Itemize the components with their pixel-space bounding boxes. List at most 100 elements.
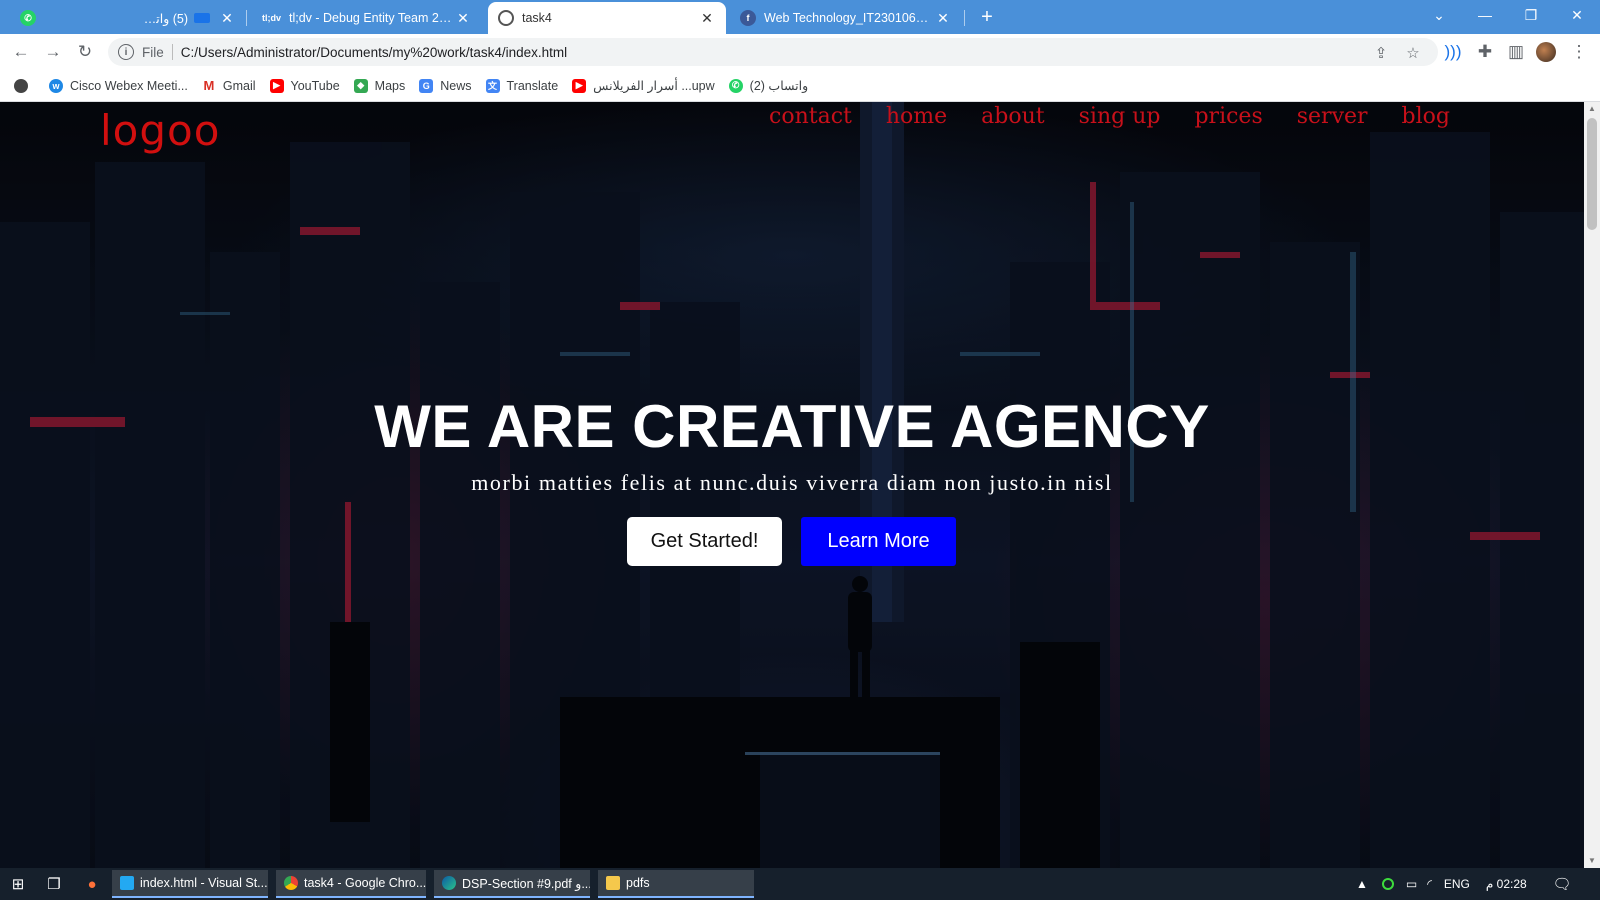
bookmark-freelance[interactable]: ▶ أسرار الفريلانس ...upw bbox=[572, 78, 715, 93]
page-viewport: logoo contact home about sing up prices … bbox=[0, 102, 1584, 868]
browser-toolbar: ← → ↻ i File C:/Users/Administrator/Docu… bbox=[0, 34, 1600, 70]
url-text[interactable]: C:/Users/Administrator/Documents/my%20wo… bbox=[181, 45, 567, 60]
taskbar-app-folder[interactable]: pdfs bbox=[598, 870, 754, 898]
bookmark-label: News bbox=[440, 78, 472, 93]
taskbar-app-label: task4 - Google Chro... bbox=[304, 876, 426, 890]
nav-server[interactable]: server bbox=[1297, 102, 1368, 132]
bookmark-maps[interactable]: ◆ Maps bbox=[353, 78, 406, 93]
chrome-icon bbox=[284, 876, 298, 890]
apps-shortcut[interactable] bbox=[14, 78, 35, 93]
hero-title: WE ARE CREATIVE AGENCY bbox=[374, 393, 1210, 460]
facebook-icon: f bbox=[740, 10, 756, 26]
bookmark-label: Cisco Webex Meeti... bbox=[70, 78, 188, 93]
apps-icon bbox=[14, 78, 28, 93]
nav-contact[interactable]: contact bbox=[769, 102, 852, 132]
menu-kebab-icon[interactable]: ⋮ bbox=[1566, 39, 1592, 65]
nav-sign-up[interactable]: sing up bbox=[1079, 102, 1161, 132]
bookmark-gmail[interactable]: M Gmail bbox=[201, 78, 256, 93]
vertical-scrollbar[interactable]: ▲ ▼ bbox=[1584, 102, 1600, 868]
side-panel-icon[interactable]: ▥ bbox=[1503, 39, 1529, 65]
tab-search-chevron-icon[interactable]: ⌄ bbox=[1416, 0, 1462, 30]
scroll-up-arrow-icon[interactable]: ▲ bbox=[1588, 105, 1596, 113]
globe-icon bbox=[498, 10, 514, 26]
tab-title: tl;dv - Debug Entity Team 2 ( Prac bbox=[289, 11, 454, 25]
read-aloud-icon[interactable]: ))) bbox=[1440, 39, 1466, 65]
status-ring-icon[interactable] bbox=[1381, 878, 1394, 890]
tab-search-button[interactable]: ✆ bbox=[10, 2, 50, 34]
windows-taskbar: ⊞ ❐ ● index.html - Visual St... task4 - … bbox=[0, 868, 1600, 900]
scroll-down-arrow-icon[interactable]: ▼ bbox=[1588, 857, 1596, 865]
bookmark-star-icon[interactable]: ☆ bbox=[1404, 44, 1422, 62]
address-bar[interactable]: i File C:/Users/Administrator/Documents/… bbox=[108, 38, 1438, 66]
site-logo[interactable]: logoo bbox=[100, 102, 220, 160]
tab-whatsapp[interactable]: (5) واتساب ✕ bbox=[128, 2, 246, 34]
extensions-icon[interactable]: ✚ bbox=[1472, 39, 1498, 65]
notifications-icon[interactable]: 🗨 bbox=[1552, 874, 1572, 894]
tldv-icon: tl;dv bbox=[262, 13, 281, 23]
reload-button[interactable]: ↻ bbox=[72, 39, 98, 65]
tab-title: (5) واتساب bbox=[138, 11, 188, 26]
taskbar-app-label: DSP-Section #9.pdf و... bbox=[462, 876, 590, 891]
hero-subtitle: morbi matties felis at nunc.duis viverra… bbox=[471, 470, 1113, 495]
tray-expand-icon[interactable]: ▲ bbox=[1356, 877, 1368, 891]
clock[interactable]: 02:28 م bbox=[1486, 877, 1527, 891]
youtube-icon: ▶ bbox=[269, 78, 284, 93]
gmail-icon: M bbox=[201, 78, 216, 93]
close-tab-icon[interactable]: ✕ bbox=[934, 9, 952, 27]
firefox-icon[interactable]: ● bbox=[82, 874, 102, 894]
profile-avatar[interactable] bbox=[1536, 42, 1556, 62]
bookmark-news[interactable]: G News bbox=[419, 78, 472, 93]
task-view-icon[interactable]: ❐ bbox=[44, 874, 64, 894]
bookmark-label: (2) واتساب bbox=[749, 79, 809, 93]
back-button[interactable]: ← bbox=[8, 39, 34, 65]
bookmark-youtube[interactable]: ▶ YouTube bbox=[269, 78, 340, 93]
bookmark-whatsapp[interactable]: ✆ (2) واتساب bbox=[728, 78, 809, 93]
taskbar-app-edge[interactable]: DSP-Section #9.pdf و... bbox=[434, 870, 590, 898]
bookmark-translate[interactable]: 文 Translate bbox=[485, 78, 558, 93]
whatsapp-icon: ✆ bbox=[20, 10, 36, 26]
youtube-icon: ▶ bbox=[572, 78, 587, 93]
nav-prices[interactable]: prices bbox=[1194, 102, 1262, 132]
bookmark-label: Maps bbox=[374, 78, 406, 93]
language-indicator[interactable]: ENG bbox=[1444, 877, 1470, 891]
screen-share-icon bbox=[194, 13, 210, 23]
new-tab-button[interactable]: + bbox=[976, 6, 998, 28]
tab-title: Web Technology_IT23010644_10 bbox=[764, 11, 934, 25]
taskbar-app-vscode[interactable]: index.html - Visual St... bbox=[112, 870, 268, 898]
taskbar-app-label: pdfs bbox=[626, 876, 650, 890]
close-tab-icon[interactable]: ✕ bbox=[698, 9, 716, 27]
close-window-button[interactable]: ✕ bbox=[1554, 0, 1600, 30]
minimize-button[interactable]: — bbox=[1462, 0, 1508, 30]
tab-title: task4 bbox=[522, 11, 552, 25]
tab-task4[interactable]: task4 ✕ bbox=[488, 2, 726, 34]
close-tab-icon[interactable]: ✕ bbox=[218, 9, 236, 27]
system-tray: ▲ ▭ ◜ ENG 02:28 م bbox=[1356, 868, 1527, 900]
close-tab-icon[interactable]: ✕ bbox=[454, 9, 472, 27]
info-icon[interactable]: i bbox=[118, 44, 134, 60]
wifi-icon[interactable]: ◜ bbox=[1427, 877, 1432, 891]
webex-icon: w bbox=[49, 78, 63, 93]
nav-about[interactable]: about bbox=[981, 102, 1044, 132]
tab-tldv[interactable]: tl;dv tl;dv - Debug Entity Team 2 ( Prac… bbox=[252, 2, 482, 34]
restore-button[interactable]: ❐ bbox=[1508, 0, 1554, 30]
maps-icon: ◆ bbox=[353, 78, 368, 93]
folder-icon bbox=[606, 876, 620, 890]
share-icon[interactable]: ⇪ bbox=[1372, 44, 1390, 62]
nav-home[interactable]: home bbox=[886, 102, 947, 132]
battery-icon[interactable]: ▭ bbox=[1406, 877, 1417, 891]
learn-more-button[interactable]: Learn More bbox=[801, 517, 956, 566]
forward-button[interactable]: → bbox=[40, 39, 66, 65]
news-icon: G bbox=[419, 78, 434, 93]
tab-web-technology[interactable]: f Web Technology_IT23010644_10 ✕ bbox=[730, 2, 962, 34]
site-nav: contact home about sing up prices server… bbox=[735, 102, 1450, 132]
bookmark-webex[interactable]: w Cisco Webex Meeti... bbox=[49, 78, 188, 93]
scrollbar-thumb[interactable] bbox=[1587, 118, 1597, 230]
nav-blog[interactable]: blog bbox=[1402, 102, 1450, 132]
windows-start-icon[interactable]: ⊞ bbox=[8, 874, 28, 894]
tab-strip: ✆ (5) واتساب ✕ tl;dv tl;dv - Debug Entit… bbox=[0, 0, 1600, 34]
taskbar-app-chrome[interactable]: task4 - Google Chro... bbox=[276, 870, 426, 898]
scheme-label: File bbox=[142, 44, 164, 60]
bookmark-label: Gmail bbox=[222, 78, 256, 93]
bookmark-label: YouTube bbox=[290, 78, 340, 93]
get-started-button[interactable]: Get Started! bbox=[627, 517, 782, 566]
